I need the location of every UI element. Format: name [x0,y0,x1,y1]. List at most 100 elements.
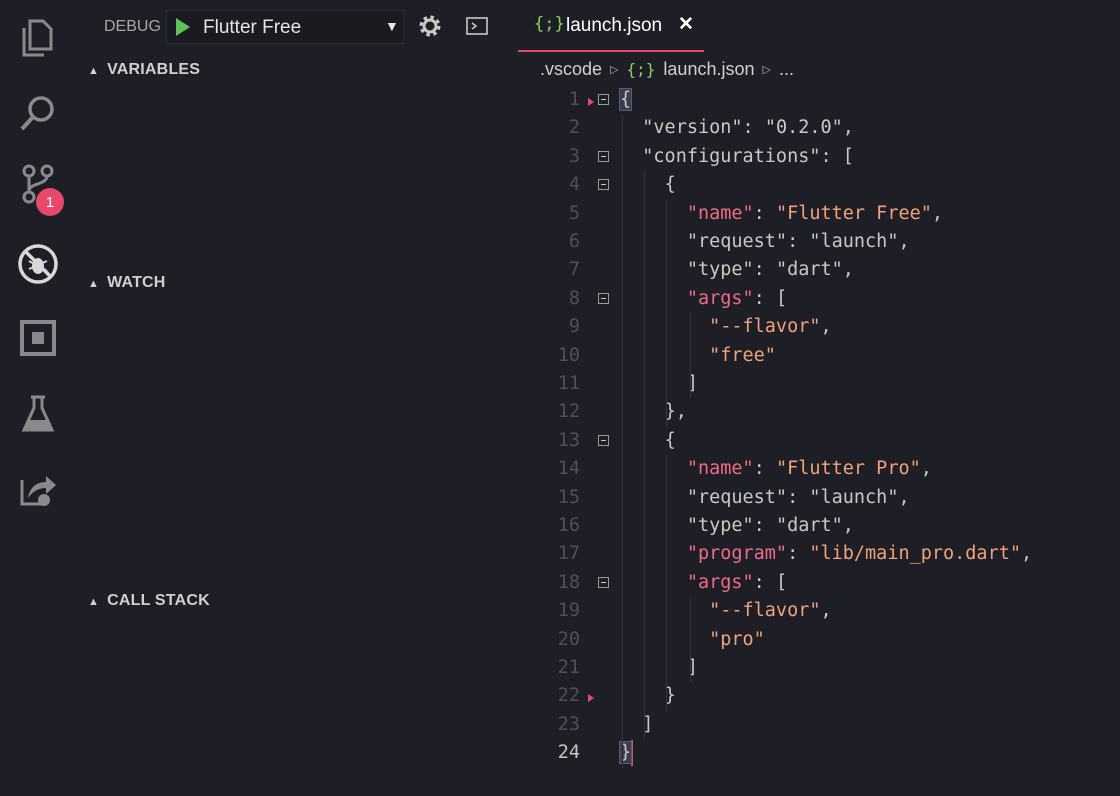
line-number: 5 [568,202,580,224]
tab-launch-json[interactable]: {;} launch.json ✕ [518,0,704,52]
code-line[interactable]: 20 "pro" [516,626,1120,654]
line-number: 3 [568,145,580,167]
code-line[interactable]: 9 "--flavor", [516,313,1120,341]
code-text: "type": "dart", [686,515,854,536]
code-line[interactable]: 4 { [516,171,1120,199]
code-line[interactable]: 18 "args": [ [516,569,1120,597]
launch-configuration-select[interactable]: Flutter Free ▼ [166,10,404,44]
code-text: "pro" [709,628,765,650]
code-text: "request": "launch", [686,231,910,252]
breakpoint-marker-icon [588,694,594,703]
line-number: 17 [557,543,580,565]
code-line[interactable]: 5 "name": "Flutter Free", [516,200,1120,228]
start-debugging-play-icon[interactable] [175,17,191,37]
code-line[interactable]: 23 ] [516,711,1120,739]
fold-collapse-icon[interactable] [598,576,609,588]
chevron-right-icon: ▷ [762,64,771,76]
breadcrumb: .vscode ▷ {;} launch.json ▷ ... [540,59,794,80]
debug-toolbar: DEBUG Flutter Free ▼ [104,10,504,44]
fold-collapse-icon[interactable] [598,94,609,105]
line-number: 24 [557,742,580,764]
code-line[interactable]: 10 "free" [516,342,1120,370]
fold-collapse-icon[interactable] [598,292,609,304]
debug-icon[interactable] [16,242,60,286]
line-number: 16 [557,515,580,536]
json-file-icon: {;} [626,60,656,79]
chevron-right-icon: ▷ [610,64,619,76]
code-line[interactable]: 11 ] [516,370,1120,398]
collapse-triangle-icon: ▲ [88,65,100,77]
code-text: ] [642,713,654,735]
code-line[interactable]: 17 "program": "lib/main_pro.dart", [516,540,1120,568]
line-number: 4 [568,174,580,196]
code-line[interactable]: 2 "version": "0.2.0", [516,114,1120,142]
debug-console-icon[interactable] [466,17,488,35]
close-icon[interactable]: ✕ [678,13,694,36]
breadcrumb-more[interactable]: ... [779,59,794,80]
code-text: ] [686,657,698,678]
fold-collapse-icon[interactable] [598,150,609,162]
editor-area: {;} launch.json ✕ .vscode ▷ {;} launch.j… [516,0,1120,796]
indent-guide [622,114,623,768]
code-line[interactable]: 19 "--flavor", [516,597,1120,625]
debug-label: DEBUG [104,18,161,35]
line-number: 11 [557,373,580,394]
test-flask-icon[interactable] [16,392,60,436]
activity-bar: 1 [0,0,76,796]
line-number: 13 [557,429,580,451]
line-number: 8 [568,287,580,309]
line-number: 10 [557,344,580,366]
code-text: "--flavor", [709,600,832,622]
code-line[interactable]: 6 "request": "launch", [516,228,1120,256]
code-text: } [664,685,676,707]
line-number: 14 [557,458,580,480]
line-number: 19 [557,600,580,622]
watch-section-title: WATCH [107,274,166,291]
watch-section-header[interactable]: ▲ WATCH [88,274,166,292]
code-line[interactable]: 7 "type": "dart", [516,256,1120,284]
code-text: { [618,88,633,111]
indent-guide [644,171,645,740]
collapse-triangle-icon: ▲ [88,278,100,290]
line-number: 7 [568,259,580,281]
breadcrumb-folder[interactable]: .vscode [540,59,602,80]
breadcrumb-file[interactable]: launch.json [663,59,754,80]
code-line[interactable]: 15 "request": "launch", [516,484,1120,512]
line-number: 20 [557,628,580,650]
code-line[interactable]: 24} [516,739,1120,767]
call-stack-section-header[interactable]: ▲ CALL STACK [88,592,210,610]
extensions-icon[interactable] [16,316,60,360]
indent-guide [666,199,667,427]
fold-collapse-icon[interactable] [598,179,609,191]
indent-guide [666,455,667,711]
source-control-badge: 1 [36,188,64,216]
live-share-icon[interactable] [16,466,60,510]
code-text: "program": "lib/main_pro.dart", [686,543,1033,565]
code-line[interactable]: 1{ [516,86,1120,114]
collapse-triangle-icon: ▲ [88,596,100,608]
code-line[interactable]: 13 { [516,427,1120,455]
chevron-down-icon[interactable]: ▼ [385,18,399,34]
code-line[interactable]: 12 }, [516,398,1120,426]
code-line[interactable]: 14 "name": "Flutter Pro", [516,455,1120,483]
files-icon[interactable] [16,16,60,60]
text-cursor [631,740,634,767]
code-text: { [664,429,676,451]
code-line[interactable]: 3 "configurations": [ [516,143,1120,171]
fold-collapse-icon[interactable] [598,434,609,446]
launch-configuration-value: Flutter Free [203,17,302,38]
line-number: 23 [557,713,580,735]
code-line[interactable]: 8 "args": [ [516,285,1120,313]
variables-section-header[interactable]: ▲ VARIABLES [88,61,200,79]
code-line[interactable]: 16 "type": "dart", [516,512,1120,540]
line-number: 18 [557,571,580,593]
code-line[interactable]: 22 } [516,682,1120,710]
line-number: 9 [568,316,580,338]
code-line[interactable]: 21 ] [516,654,1120,682]
code-text: "type": "dart", [686,259,854,281]
call-stack-section-title: CALL STACK [107,592,210,609]
gear-icon[interactable] [418,14,442,38]
indent-guide [690,597,691,683]
json-file-icon: {;} [534,14,565,34]
search-icon[interactable] [16,91,60,135]
